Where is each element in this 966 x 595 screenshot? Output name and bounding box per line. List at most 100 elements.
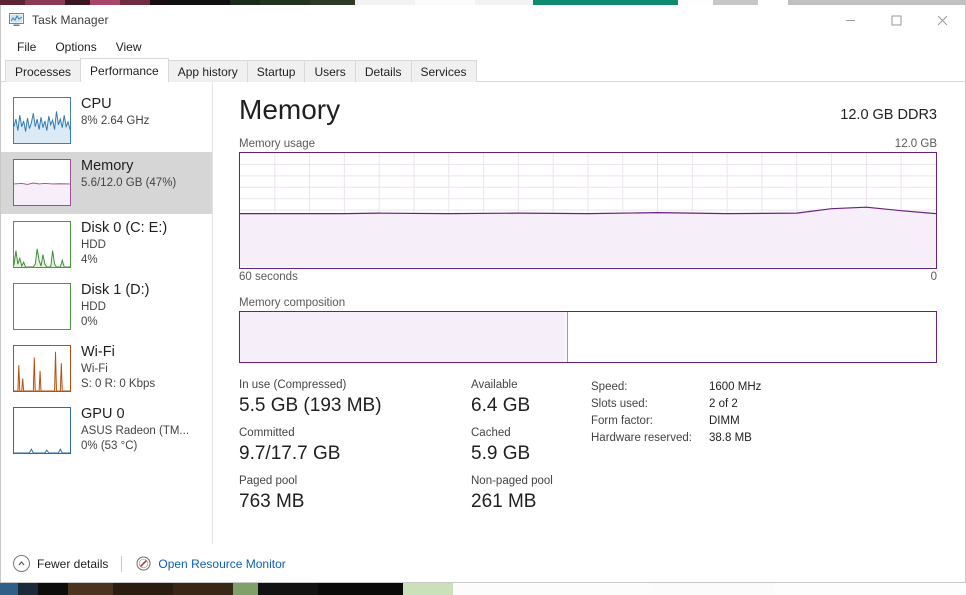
- usage-axis-labels: 60 seconds 0: [239, 271, 937, 283]
- menu-view[interactable]: View: [107, 38, 151, 56]
- detail-value: 2 of 2: [709, 398, 738, 410]
- desktop-strip-segment: [653, 583, 773, 595]
- sidebar-item-label: Disk 0 (C: E:): [81, 220, 168, 236]
- content-area: CPU 8% 2.64 GHz Memory 5.6/12.0 GB (47%): [1, 82, 965, 544]
- stat-label: Cached: [471, 427, 511, 439]
- title-bar: Task Manager: [1, 5, 965, 35]
- sidebar-item-cpu[interactable]: CPU 8% 2.64 GHz: [1, 90, 212, 152]
- sidebar-item-memory[interactable]: Memory 5.6/12.0 GB (47%): [1, 152, 212, 214]
- stat-value: 763 MB: [239, 491, 305, 512]
- composition-segment-in-use: [240, 312, 564, 362]
- memory-composition-bar[interactable]: [239, 311, 937, 363]
- sidebar-item-sub2: 0%: [81, 316, 98, 328]
- close-button[interactable]: [919, 5, 965, 35]
- stat-cached: Cached 5.9 GB: [471, 425, 591, 467]
- stat-non-paged-pool: Non-paged pool 261 MB: [471, 473, 591, 515]
- axis-zero-label: 0: [930, 271, 937, 283]
- sidebar-item-wifi[interactable]: Wi-Fi Wi-Fi S: 0 R: 0 Kbps: [1, 338, 212, 400]
- axis-time-label: 60 seconds: [239, 271, 298, 283]
- memory-usage-trace: [240, 206, 936, 268]
- memory-header: Memory 12.0 GB DDR3: [239, 94, 937, 126]
- sidebar-item-disk0[interactable]: Disk 0 (C: E:) HDD 4%: [1, 214, 212, 276]
- wifi-thumbnail-graph: [13, 345, 71, 392]
- detail-key: Form factor:: [591, 415, 653, 427]
- sidebar-item-label: GPU 0: [81, 406, 125, 422]
- tab-details[interactable]: Details: [354, 60, 412, 82]
- sidebar-gpu0-text: GPU 0 ASUS Radeon (TM... 0% (53 °C): [81, 405, 189, 454]
- cpu-thumbnail-graph: [13, 97, 71, 144]
- desktop-strip-segment: [173, 583, 233, 595]
- tab-processes[interactable]: Processes: [5, 60, 82, 82]
- stat-value: 5.9 GB: [471, 443, 531, 464]
- fewer-details-button[interactable]: Fewer details: [13, 555, 108, 572]
- desktop-strip-segment: [18, 583, 38, 595]
- stat-label: Non-paged pool: [471, 475, 553, 487]
- resource-sidebar: CPU 8% 2.64 GHz Memory 5.6/12.0 GB (47%): [1, 82, 213, 544]
- desktop-strip-segment: [113, 583, 173, 595]
- sidebar-item-sub1: 8% 2.64 GHz: [81, 115, 150, 127]
- sidebar-cpu-text: CPU 8% 2.64 GHz: [81, 95, 149, 129]
- tab-bar: Processes Performance App history Startu…: [1, 58, 965, 82]
- sidebar-wifi-text: Wi-Fi Wi-Fi S: 0 R: 0 Kbps: [81, 343, 155, 392]
- window-controls: [827, 5, 965, 35]
- stat-label: Paged pool: [239, 475, 298, 487]
- sidebar-item-sub2: 0% (53 °C): [81, 440, 138, 452]
- close-icon: [937, 15, 947, 25]
- menu-file[interactable]: File: [8, 38, 45, 56]
- sidebar-item-label: CPU: [81, 96, 112, 112]
- desktop-strip-segment: [38, 583, 68, 595]
- memory-usage-max-label: 12.0 GB: [894, 138, 937, 150]
- sidebar-item-label: Memory: [81, 158, 134, 174]
- sidebar-item-sub2: S: 0 R: 0 Kbps: [81, 378, 156, 390]
- detail-slots-used: Slots used: 2 of 2: [591, 396, 937, 413]
- sidebar-memory-text: Memory 5.6/12.0 GB (47%): [81, 157, 176, 191]
- sidebar-item-sub1: 5.6/12.0 GB (47%): [81, 177, 177, 189]
- task-manager-icon: [9, 12, 25, 28]
- task-manager-window: Task Manager File Options View Processes…: [0, 5, 966, 583]
- memory-capacity-label: 12.0 GB DDR3: [840, 107, 937, 123]
- detail-value: 1600 MHz: [709, 381, 762, 393]
- desktop-strip-segment: [233, 583, 258, 595]
- tab-performance[interactable]: Performance: [80, 58, 169, 82]
- desktop-strip-segment: [68, 583, 113, 595]
- tab-services[interactable]: Services: [410, 60, 477, 82]
- sidebar-item-label: Disk 1 (D:): [81, 282, 150, 298]
- detail-key: Hardware reserved:: [591, 432, 692, 444]
- detail-key: Speed:: [591, 381, 628, 393]
- memory-composition-section: Memory composition: [239, 297, 937, 363]
- menu-options[interactable]: Options: [46, 38, 105, 56]
- stats-column-middle: Available 6.4 GB Cached 5.9 GB Non-paged…: [471, 377, 591, 515]
- disk0-thumbnail-graph: [13, 221, 71, 268]
- tab-startup[interactable]: Startup: [246, 60, 306, 82]
- stat-paged-pool: Paged pool 763 MB: [239, 473, 471, 515]
- desktop-background-bottom: [0, 583, 966, 595]
- tab-app-history[interactable]: App history: [167, 60, 248, 82]
- stat-value: 261 MB: [471, 491, 537, 512]
- memory-composition-label: Memory composition: [239, 297, 346, 309]
- sidebar-item-gpu0[interactable]: GPU 0 ASUS Radeon (TM... 0% (53 °C): [1, 400, 212, 462]
- open-resource-monitor-button[interactable]: Open Resource Monitor: [135, 556, 286, 572]
- desktop-strip-segment: [258, 583, 318, 595]
- stat-value: 6.4 GB: [471, 395, 531, 416]
- desktop-strip-segment: [773, 583, 966, 595]
- detail-key: Slots used:: [591, 398, 648, 410]
- memory-usage-label: Memory usage: [239, 138, 316, 150]
- composition-segment-standby: [568, 312, 912, 362]
- stat-available: Available 6.4 GB: [471, 377, 591, 419]
- stat-value: 5.5 GB (193 MB): [239, 395, 382, 416]
- sidebar-item-sub2: 4%: [81, 254, 98, 266]
- resource-monitor-icon: [135, 556, 151, 572]
- stat-in-use: In use (Compressed) 5.5 GB (193 MB): [239, 377, 471, 419]
- memory-thumbnail-graph: [13, 159, 71, 206]
- sidebar-item-disk1[interactable]: Disk 1 (D:) HDD 0%: [1, 276, 212, 338]
- sidebar-disk1-text: Disk 1 (D:) HDD 0%: [81, 281, 149, 330]
- minimize-button[interactable]: [827, 5, 873, 35]
- memory-usage-graph[interactable]: [239, 152, 937, 269]
- memory-statistics: In use (Compressed) 5.5 GB (193 MB) Comm…: [239, 377, 937, 515]
- desktop-strip-segment: [403, 583, 453, 595]
- sidebar-disk0-text: Disk 0 (C: E:) HDD 4%: [81, 219, 167, 268]
- tab-users[interactable]: Users: [304, 60, 356, 82]
- maximize-button[interactable]: [873, 5, 919, 35]
- detail-speed: Speed: 1600 MHz: [591, 379, 937, 396]
- sidebar-item-sub1: HDD: [81, 239, 106, 251]
